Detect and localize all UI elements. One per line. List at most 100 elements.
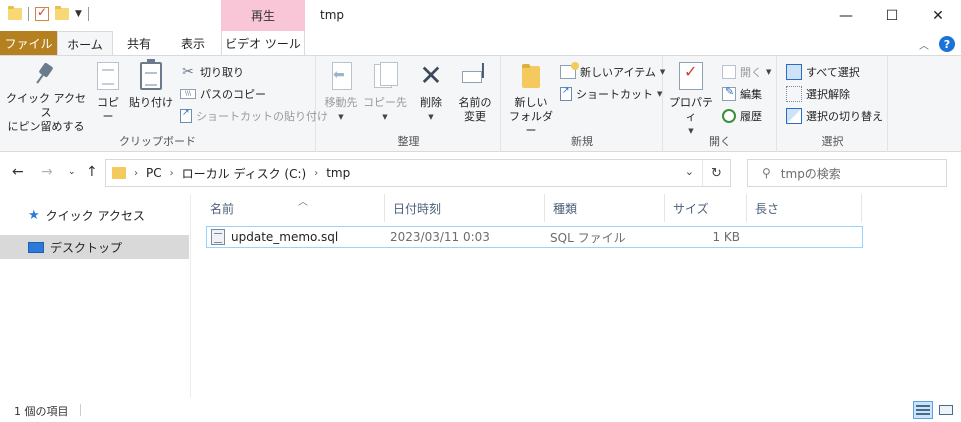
qat-separator bbox=[28, 7, 29, 21]
address-history-chevron-icon[interactable]: ⌄ bbox=[685, 165, 694, 178]
paste-icon bbox=[140, 59, 162, 90]
item-count: 1 個の項目 bbox=[14, 405, 69, 418]
rename-label-2: 変更 bbox=[464, 110, 486, 123]
qat-dropdown-icon[interactable]: ▼ bbox=[75, 9, 82, 19]
breadcrumb-chevron-icon[interactable]: › bbox=[134, 168, 138, 179]
copy-path-button[interactable]: \\\ パスのコピー bbox=[180, 86, 266, 102]
help-icon[interactable]: ? bbox=[939, 36, 955, 52]
delete-button[interactable]: ✕ 削除 ▼ bbox=[413, 62, 449, 124]
breadcrumb-tmp[interactable]: tmp bbox=[326, 166, 350, 180]
table-row[interactable]: update_memo.sql 2023/03/11 0:03 SQL ファイル… bbox=[206, 226, 863, 248]
breadcrumb-chevron-icon[interactable]: › bbox=[314, 168, 318, 179]
properties-qat-icon[interactable] bbox=[35, 5, 49, 21]
paste-button[interactable]: 貼り付け bbox=[128, 59, 174, 110]
star-icon: ★ bbox=[28, 207, 40, 223]
refresh-icon[interactable]: ↻ bbox=[702, 160, 730, 186]
search-box[interactable]: ⚲ tmpの検索 bbox=[747, 159, 947, 187]
column-header-label: 種類 bbox=[553, 201, 578, 216]
breadcrumb-chevron-icon[interactable]: › bbox=[170, 168, 174, 179]
copy-label: コピー bbox=[97, 96, 119, 123]
copy-button[interactable]: コピー bbox=[92, 62, 124, 124]
copy-path-icon: \\\ bbox=[180, 89, 196, 99]
move-to-label: 移動先 bbox=[324, 96, 358, 109]
invert-selection-icon bbox=[786, 108, 802, 124]
select-group-label: 選択 bbox=[821, 135, 844, 148]
desktop-icon bbox=[28, 241, 44, 253]
column-header-date[interactable]: 日付時刻 bbox=[385, 194, 545, 222]
new-item-button[interactable]: 新しいアイテム ▼ bbox=[560, 62, 665, 80]
folder-icon bbox=[8, 6, 22, 20]
rename-button[interactable]: 名前の 変更 bbox=[453, 62, 497, 124]
back-arrow-icon[interactable]: ← bbox=[12, 164, 24, 180]
open-button[interactable]: 開く ▼ bbox=[722, 64, 771, 80]
tab-home[interactable]: ホーム bbox=[57, 31, 113, 56]
group-clipboard: クイック アクセス にピン留めする コピー 貼り付け ✂ 切り取り \\\ パス… bbox=[0, 56, 328, 152]
pin-to-quick-access-button[interactable]: クイック アクセス にピン留めする bbox=[6, 62, 86, 134]
history-button[interactable]: 履歴 bbox=[722, 108, 762, 124]
tab-share[interactable]: 共有 bbox=[113, 31, 165, 56]
file-list: 名前 ︿ 日付時刻 種類 サイズ 長さ update_memo.sql 2023… bbox=[192, 194, 961, 398]
sort-ascending-icon: ︿ bbox=[298, 197, 308, 208]
tab-video-tools[interactable]: ビデオ ツール bbox=[221, 31, 305, 56]
forward-arrow-icon[interactable]: → bbox=[41, 164, 53, 180]
nav-item-quick-access[interactable]: ★ クイック アクセス bbox=[0, 203, 189, 227]
properties-button[interactable]: プロパティ ▼ bbox=[666, 62, 716, 138]
edit-button[interactable]: 編集 bbox=[722, 85, 762, 102]
shortcut-icon bbox=[560, 86, 572, 101]
recent-locations-chevron-icon[interactable]: ⌄ bbox=[68, 167, 76, 177]
select-all-icon bbox=[786, 64, 802, 80]
breadcrumb-pc[interactable]: PC bbox=[146, 166, 162, 180]
easy-access-button[interactable]: ショートカット ▼ bbox=[560, 86, 662, 102]
folder-icon bbox=[112, 167, 126, 179]
invert-selection-button[interactable]: 選択の切り替え bbox=[786, 108, 883, 124]
up-arrow-icon[interactable]: ↑ bbox=[86, 164, 98, 180]
copy-icon bbox=[97, 62, 119, 90]
new-folder-qat-icon[interactable] bbox=[55, 6, 69, 20]
nav-item-desktop[interactable]: デスクトップ bbox=[0, 235, 189, 259]
column-header-size[interactable]: サイズ bbox=[665, 194, 747, 222]
minimize-button[interactable]: — bbox=[823, 0, 869, 31]
tab-view[interactable]: 表示 bbox=[165, 31, 221, 56]
delete-x-icon: ✕ bbox=[419, 59, 443, 92]
address-bar[interactable]: › PC › ローカル ディスク (C:) › tmp ⌄ ↻ bbox=[105, 159, 731, 187]
collapse-ribbon-icon[interactable]: ︿ bbox=[919, 37, 929, 52]
tab-file[interactable]: ファイル bbox=[0, 31, 57, 56]
column-header-type[interactable]: 種類 bbox=[545, 194, 665, 222]
select-none-icon bbox=[786, 86, 802, 102]
clipboard-group-label: クリップボード bbox=[119, 135, 196, 148]
close-button[interactable]: ✕ bbox=[915, 0, 961, 31]
scissors-icon: ✂ bbox=[182, 64, 194, 80]
group-new: 新しい フォルダー 新しいアイテム ▼ ショートカット ▼ 新規 bbox=[502, 56, 665, 152]
context-tab-group-label: 再生 bbox=[221, 0, 305, 31]
search-placeholder: tmpの検索 bbox=[780, 166, 841, 181]
status-bar: 1 個の項目 bbox=[0, 398, 961, 422]
move-to-button[interactable]: 移動先 ▼ bbox=[319, 62, 363, 124]
move-to-icon bbox=[328, 62, 354, 90]
chevron-down-icon: ▼ bbox=[657, 90, 663, 98]
copy-to-button[interactable]: コピー先 ▼ bbox=[363, 62, 407, 124]
rename-icon bbox=[460, 62, 490, 90]
new-folder-button[interactable]: 新しい フォルダー bbox=[506, 62, 556, 138]
paste-shortcut-icon bbox=[180, 108, 192, 123]
column-header-name[interactable]: 名前 ︿ bbox=[202, 194, 385, 222]
large-icons-view-button[interactable] bbox=[936, 401, 956, 419]
window-title: tmp bbox=[320, 8, 345, 22]
column-header-label: 名前 bbox=[210, 201, 235, 216]
cut-button[interactable]: ✂ 切り取り bbox=[180, 64, 244, 80]
copy-path-label: パスのコピー bbox=[200, 88, 266, 101]
paste-shortcut-button[interactable]: ショートカットの貼り付け bbox=[180, 108, 328, 124]
column-header-length[interactable]: 長さ bbox=[747, 194, 862, 222]
select-none-button[interactable]: 選択解除 bbox=[786, 86, 850, 102]
select-all-button[interactable]: すべて選択 bbox=[786, 64, 860, 80]
edit-icon bbox=[722, 85, 736, 101]
copy-to-label: コピー先 bbox=[363, 96, 407, 109]
ribbon: クイック アクセス にピン留めする コピー 貼り付け ✂ 切り取り \\\ パス… bbox=[0, 55, 961, 152]
maximize-button[interactable]: ☐ bbox=[869, 0, 915, 31]
details-view-button[interactable] bbox=[913, 401, 933, 419]
file-type: SQL ファイル bbox=[550, 230, 626, 245]
paste-shortcut-label: ショートカットの貼り付け bbox=[196, 110, 328, 123]
edit-label: 編集 bbox=[740, 88, 762, 101]
chevron-down-icon: ▼ bbox=[338, 113, 344, 121]
open-label: 開く bbox=[740, 66, 762, 79]
breadcrumb-local-disk[interactable]: ローカル ディスク (C:) bbox=[182, 165, 307, 182]
